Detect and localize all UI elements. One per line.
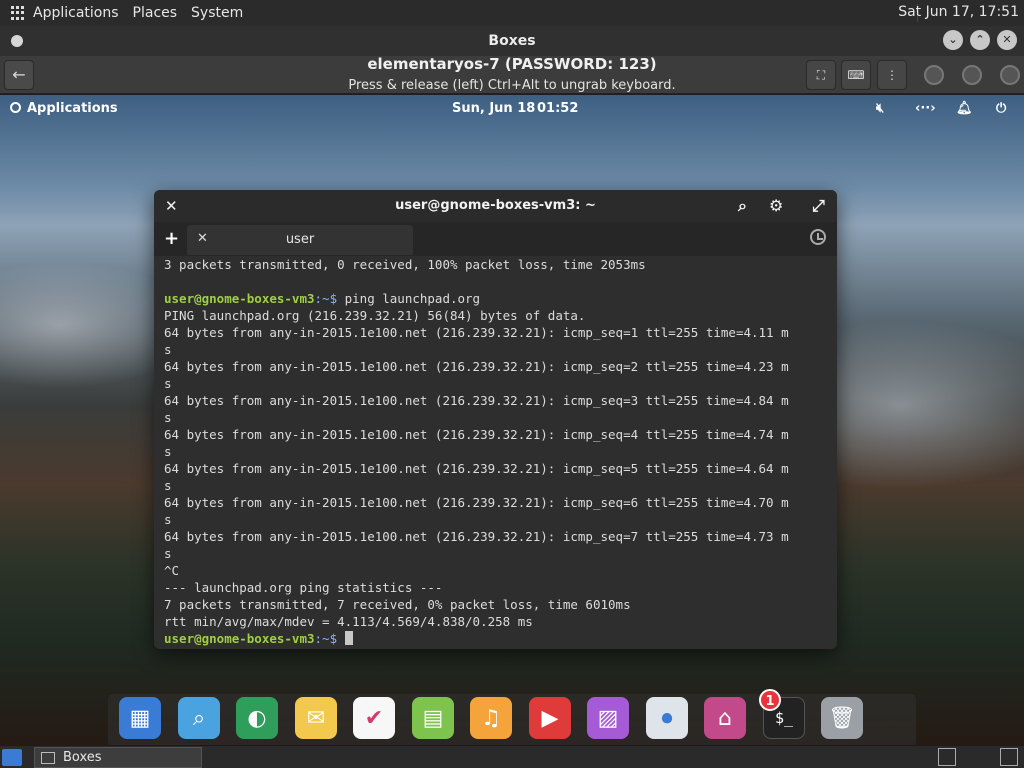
kebab-menu-icon: ⋮ — [886, 68, 898, 82]
terminal-line: s — [164, 410, 172, 425]
terminal-settings-icon[interactable]: ⚙ — [769, 190, 783, 222]
keyboard-button[interactable]: ⌨ — [841, 60, 871, 90]
terminal-line: s — [164, 342, 172, 357]
window-list-icon[interactable] — [1000, 748, 1018, 766]
terminal-title: user@gnome-boxes-vm3: ~ — [395, 198, 596, 213]
terminal-line: 64 bytes from any-in-2015.1e100.net (216… — [164, 495, 789, 510]
boxes-header-bar: ← elementaryos-7 (PASSWORD: 123) Press &… — [0, 56, 1024, 94]
terminal-cursor — [344, 631, 353, 645]
command-text: ping launchpad.org — [337, 291, 481, 306]
prompt-user: user@gnome-boxes-vm3 — [164, 291, 315, 306]
terminal-line: s — [164, 512, 172, 527]
terminal-line: 64 bytes from any-in-2015.1e100.net (216… — [164, 325, 789, 340]
close-icon[interactable]: ✕ — [997, 30, 1017, 50]
terminal-line: user@gnome-boxes-vm3:~$ — [164, 630, 834, 647]
terminal-tab-bar: + ✕ user — [154, 222, 837, 256]
notifications-icon[interactable]: 🔔︎ — [956, 101, 973, 116]
minimize-icon[interactable]: ⌄ — [943, 30, 963, 50]
window-menu-icon[interactable] — [11, 35, 23, 47]
keyboard-icon: ⌨ — [847, 68, 865, 82]
fullscreen-icon: ⛶ — [816, 68, 826, 82]
history-icon[interactable] — [810, 229, 826, 245]
guest-applications-menu[interactable]: Applications — [10, 101, 118, 116]
menu-button[interactable]: ⋮ — [877, 60, 907, 90]
maximize-icon[interactable]: ⌃ — [970, 30, 990, 50]
terminal-line: PING launchpad.org (216.239.32.21) 56(84… — [164, 308, 586, 323]
calendar-icon[interactable]: ▤ — [412, 697, 454, 739]
sound-muted-icon[interactable]: 🔇︎ — [876, 101, 884, 116]
boxes-window-icon — [41, 752, 55, 764]
tasks-icon[interactable]: ✔ — [353, 697, 395, 739]
prompt-user: user@gnome-boxes-vm3 — [164, 631, 315, 646]
terminal-maximize-icon[interactable]: ⤢ — [812, 190, 825, 222]
search-icon — [10, 102, 21, 113]
terminal-line: user@gnome-boxes-vm3:~$ ping launchpad.o… — [164, 290, 834, 307]
window-close-icon[interactable] — [1000, 65, 1020, 85]
host-menu-places[interactable]: Places — [133, 5, 178, 21]
terminal-line: s — [164, 546, 172, 561]
guest-time[interactable]: 01:52 — [537, 101, 578, 116]
web-browser-icon[interactable]: ◐ — [236, 697, 278, 739]
prompt-path: :~$ — [314, 291, 338, 306]
show-desktop-icon[interactable] — [2, 749, 22, 766]
guest-applications-label: Applications — [27, 101, 118, 116]
network-icon[interactable]: ‹··› — [915, 101, 936, 116]
terminal-line: 64 bytes from any-in-2015.1e100.net (216… — [164, 461, 789, 476]
mail-icon[interactable]: ✉ — [295, 697, 337, 739]
window-minimize-icon[interactable] — [924, 65, 944, 85]
videos-icon[interactable]: ▶ — [529, 697, 571, 739]
terminal-line: s — [164, 444, 172, 459]
terminal-line: s — [164, 376, 172, 391]
terminal-line: --- launchpad.org ping statistics --- — [164, 580, 443, 595]
terminal-line: rtt min/avg/max/mdev = 4.113/4.569/4.838… — [164, 614, 533, 629]
terminal-line: 64 bytes from any-in-2015.1e100.net (216… — [164, 359, 789, 374]
guest-top-panel: Applications Sun, Jun 18 01:52 🔇︎ ‹··› 🔔… — [0, 95, 1024, 123]
photos-icon[interactable]: ▨ — [587, 697, 629, 739]
host-top-panel: Applications Places System Sat Jun 17, 1… — [0, 0, 1024, 26]
new-tab-icon[interactable]: + — [164, 228, 179, 249]
appcenter-icon[interactable]: ⌂ — [704, 697, 746, 739]
host-clock[interactable]: Sat Jun 17, 17:51 — [898, 4, 1019, 20]
taskbar-boxes-label: Boxes — [63, 750, 102, 765]
terminal-search-icon[interactable]: ⌕ — [738, 190, 747, 222]
window-maximize-icon[interactable] — [962, 65, 982, 85]
terminal-output[interactable]: 3 packets transmitted, 0 received, 100% … — [164, 256, 834, 646]
window-title: Boxes — [488, 33, 536, 49]
system-settings-icon[interactable]: ⏺ — [646, 697, 688, 739]
guest-desktop[interactable]: Applications Sun, Jun 18 01:52 🔇︎ ‹··› 🔔… — [0, 95, 1024, 745]
terminal-close-icon[interactable]: ✕ — [165, 190, 178, 222]
files-icon[interactable]: ⌕ — [178, 697, 220, 739]
terminal-line: ^C — [164, 563, 180, 578]
trash-icon[interactable]: 🗑︎ — [821, 697, 863, 739]
multitasking-view-icon[interactable]: ▦ — [119, 697, 161, 739]
tab-label: user — [285, 232, 315, 247]
terminal-line: 64 bytes from any-in-2015.1e100.net (216… — [164, 427, 789, 442]
terminal-line: 64 bytes from any-in-2015.1e100.net (216… — [164, 529, 789, 544]
music-icon[interactable]: ♫ — [470, 697, 512, 739]
prompt-path: :~$ — [314, 631, 338, 646]
terminal-line: 7 packets transmitted, 7 received, 0% pa… — [164, 597, 631, 612]
terminal-line: s — [164, 478, 172, 493]
terminal-titlebar[interactable]: ✕ user@gnome-boxes-vm3: ~ ⌕ ⚙ ⤢ — [154, 190, 837, 222]
terminal-tab[interactable]: ✕ user — [187, 225, 413, 255]
power-icon[interactable]: ⏻ — [996, 101, 1006, 116]
guest-date[interactable]: Sun, Jun 18 — [452, 101, 535, 116]
taskbar-boxes-item[interactable]: Boxes — [34, 747, 202, 768]
host-menu-system[interactable]: System — [191, 5, 243, 21]
fullscreen-button[interactable]: ⛶ — [806, 60, 836, 90]
app-grid-icon[interactable] — [11, 6, 25, 20]
host-menu-applications[interactable]: Applications — [33, 5, 119, 21]
terminal-line: 3 packets transmitted, 0 received, 100% … — [164, 257, 646, 272]
boxes-window-titlebar[interactable]: Boxes ⌄ ⌃ ✕ — [0, 26, 1024, 56]
workspace-switcher-icon[interactable] — [938, 748, 956, 766]
host-taskbar: Boxes — [0, 745, 1024, 768]
appcenter-badge: 1 — [759, 689, 781, 711]
terminal-line: 64 bytes from any-in-2015.1e100.net (216… — [164, 393, 789, 408]
terminal-window[interactable]: ✕ user@gnome-boxes-vm3: ~ ⌕ ⚙ ⤢ + ✕ user… — [154, 190, 837, 649]
